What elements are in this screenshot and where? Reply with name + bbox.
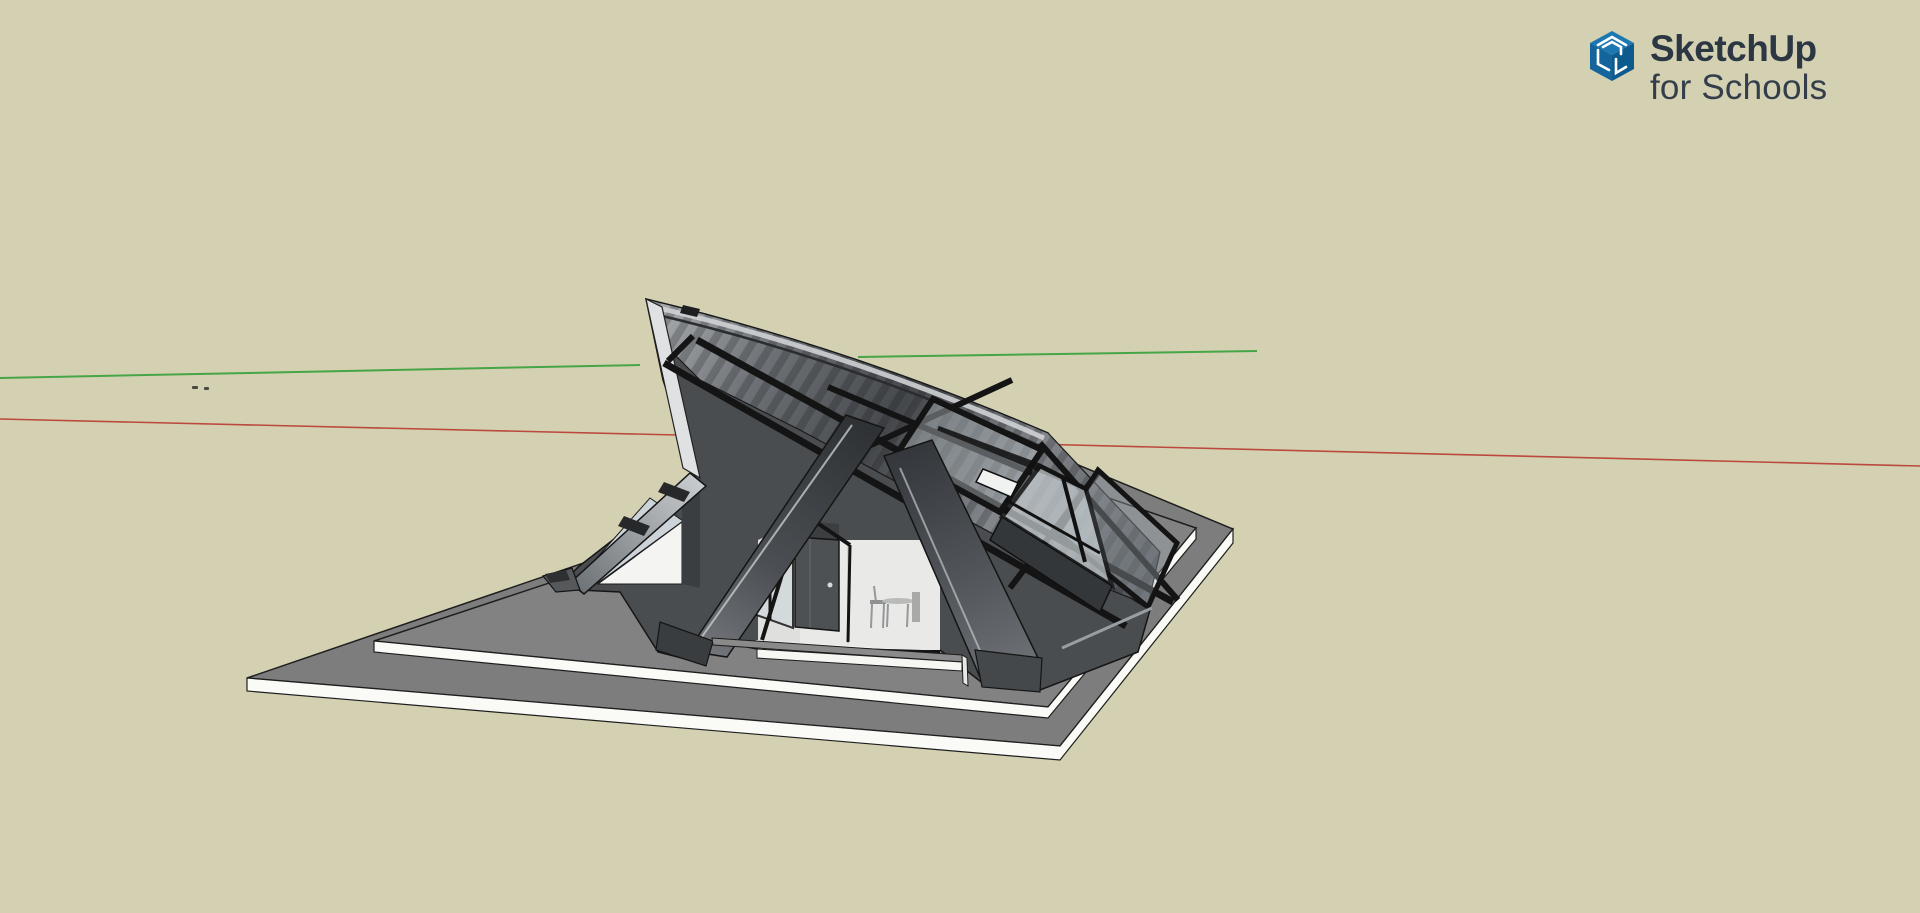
logo-line-for-schools: for Schools (1650, 70, 1827, 105)
reference-dots (192, 386, 209, 390)
model-scene-canvas[interactable] (0, 0, 1920, 913)
green-axis (0, 351, 1257, 378)
house-model[interactable] (247, 299, 1233, 760)
sketchup-logo-text: SketchUp for Schools (1650, 30, 1827, 105)
model-left-wing (543, 473, 706, 594)
door-handle (828, 583, 833, 588)
logo-line-sketchup: SketchUp (1650, 30, 1827, 67)
sketchup-watermark: SketchUp for Schools (1588, 30, 1827, 105)
porch-right-step (962, 655, 968, 686)
modeling-viewport[interactable]: SketchUp for Schools (0, 0, 1920, 913)
sketchup-logo-icon (1588, 30, 1636, 82)
door-panel (795, 537, 839, 631)
right-leg-foot (975, 650, 1042, 692)
